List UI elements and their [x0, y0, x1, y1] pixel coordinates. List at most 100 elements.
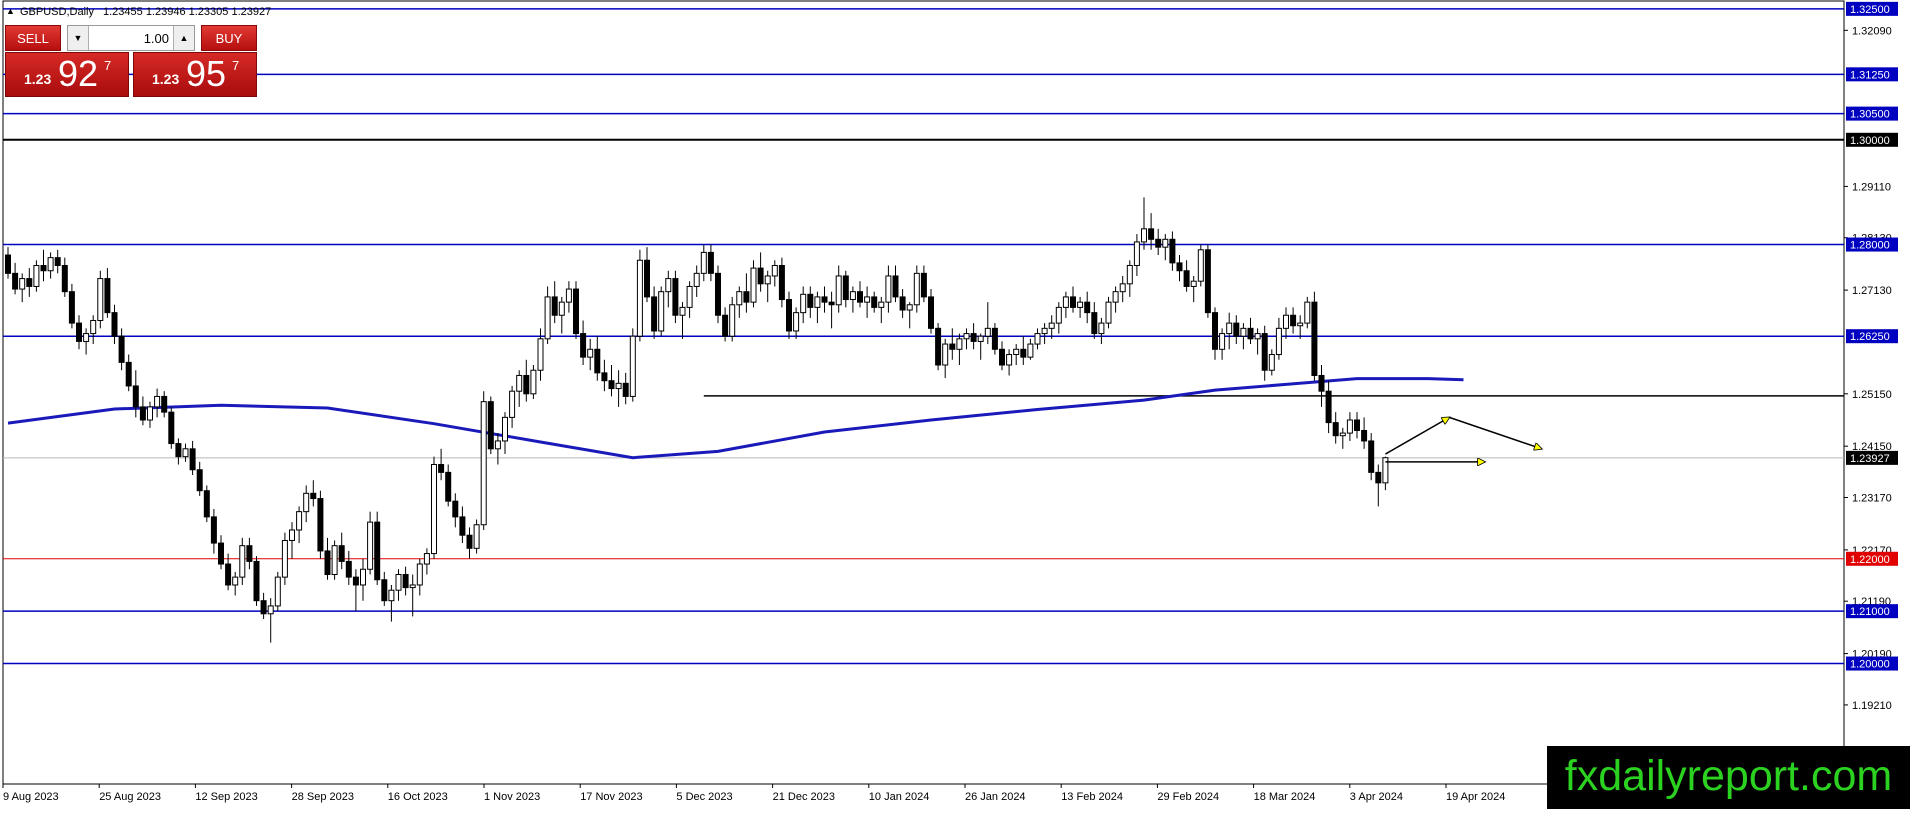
candle-body — [246, 545, 253, 562]
candle-body — [452, 500, 459, 518]
chart-header-arrow-icon[interactable]: ▲ — [6, 6, 15, 16]
candle-body — [1133, 241, 1140, 266]
candle-body — [1041, 327, 1048, 335]
candle-body — [1013, 348, 1020, 356]
sell-button[interactable]: SELL — [5, 25, 61, 51]
candle — [672, 270, 679, 324]
candle-body — [1105, 301, 1112, 324]
candle-body — [651, 296, 658, 332]
candle-body — [1084, 301, 1091, 314]
candle-body — [317, 498, 324, 552]
time-tick-label: 28 Sep 2023 — [292, 791, 354, 803]
candle-body — [438, 464, 445, 473]
candle-body — [1325, 390, 1332, 424]
candle-body — [700, 251, 707, 274]
candle-body — [494, 440, 501, 450]
candle-body — [1297, 322, 1304, 327]
candle-body — [345, 560, 352, 578]
candle-body — [1283, 314, 1289, 329]
candle-body — [1254, 333, 1261, 340]
candle-body — [537, 338, 544, 371]
candle-body — [878, 301, 885, 308]
buy-price-pips: 95 — [186, 53, 227, 94]
candle-body — [459, 516, 466, 536]
candle-body — [203, 490, 210, 518]
candle-body — [225, 563, 232, 586]
candle-body — [395, 574, 402, 591]
candle-body — [331, 545, 338, 576]
candle-body — [40, 264, 47, 272]
chart-window[interactable]: 1.320901.291101.281301.271301.251501.241… — [0, 0, 1910, 809]
candle-body — [1020, 348, 1027, 358]
candle-body — [196, 469, 203, 492]
price-tick-label: 1.23170 — [1852, 493, 1892, 505]
candle-body — [1091, 312, 1098, 335]
candle-body — [260, 600, 267, 615]
candle-body — [423, 553, 430, 565]
candle-body — [1361, 429, 1368, 442]
candle-body — [764, 275, 771, 285]
candle-body — [274, 576, 281, 607]
candle — [331, 540, 338, 580]
time-tick-label: 25 Aug 2023 — [99, 791, 161, 803]
candle-body — [672, 278, 679, 316]
candle-body — [679, 306, 686, 316]
buy-price[interactable]: 1.23 95 7 — [133, 52, 257, 97]
candle — [636, 249, 643, 342]
candle-body — [977, 335, 984, 342]
buy-button[interactable]: BUY — [201, 25, 257, 51]
candle-body — [239, 545, 246, 578]
candle-body — [750, 267, 757, 303]
lot-size-input[interactable] — [89, 26, 173, 50]
lot-increase-icon[interactable]: ▲ — [173, 26, 194, 50]
time-tick-label: 13 Feb 2024 — [1061, 791, 1123, 803]
candle-body — [90, 319, 97, 335]
candle-body — [1148, 228, 1155, 240]
candle-body — [1375, 471, 1382, 484]
price-tick-label: 1.25150 — [1852, 389, 1892, 401]
trade-controls: SELL ▼ ▲ BUY — [5, 25, 257, 51]
candle-body — [1240, 327, 1247, 337]
sell-price[interactable]: 1.23 92 7 — [5, 52, 129, 97]
candle-body — [381, 579, 388, 602]
candle-body — [835, 275, 842, 306]
candle-body — [310, 492, 317, 500]
candle — [203, 485, 210, 523]
watermark: fxdailyreport.com — [1547, 746, 1910, 809]
candle-body — [1318, 374, 1325, 392]
candle-body — [104, 278, 111, 314]
candle — [935, 323, 942, 371]
candle — [168, 406, 175, 449]
time-tick-label: 19 Apr 2024 — [1446, 791, 1505, 803]
candle-body — [1077, 301, 1084, 308]
candle — [281, 532, 288, 585]
candle-body — [665, 278, 672, 293]
lot-decrease-icon[interactable]: ▼ — [68, 26, 89, 50]
candle — [274, 571, 281, 612]
candle — [431, 456, 437, 559]
price-tick-label: 1.32090 — [1852, 25, 1892, 37]
candle-body — [1176, 262, 1183, 272]
candle-body — [729, 304, 736, 337]
candle-body — [1183, 270, 1190, 287]
candle-body — [565, 288, 572, 303]
candle-body — [1261, 333, 1268, 371]
candle-body — [984, 327, 991, 337]
price-chart[interactable]: 1.320901.291101.281301.271301.251501.241… — [0, 0, 1910, 809]
candle-body — [1098, 322, 1105, 335]
candle-body — [147, 406, 153, 421]
candle-body — [644, 259, 650, 298]
level-price-label: 1.26250 — [1850, 331, 1890, 343]
candle — [658, 286, 665, 337]
candle — [487, 396, 494, 455]
candle-body — [76, 322, 82, 342]
candle-body — [502, 416, 508, 442]
time-tick-label: 5 Dec 2023 — [676, 791, 732, 803]
candle-body — [431, 464, 437, 555]
candle-body — [715, 272, 721, 316]
candle-body — [885, 275, 892, 303]
candle-body — [757, 267, 764, 285]
candle-body — [232, 576, 239, 586]
time-tick-label: 1 Nov 2023 — [484, 791, 540, 803]
candle-body — [658, 291, 665, 332]
